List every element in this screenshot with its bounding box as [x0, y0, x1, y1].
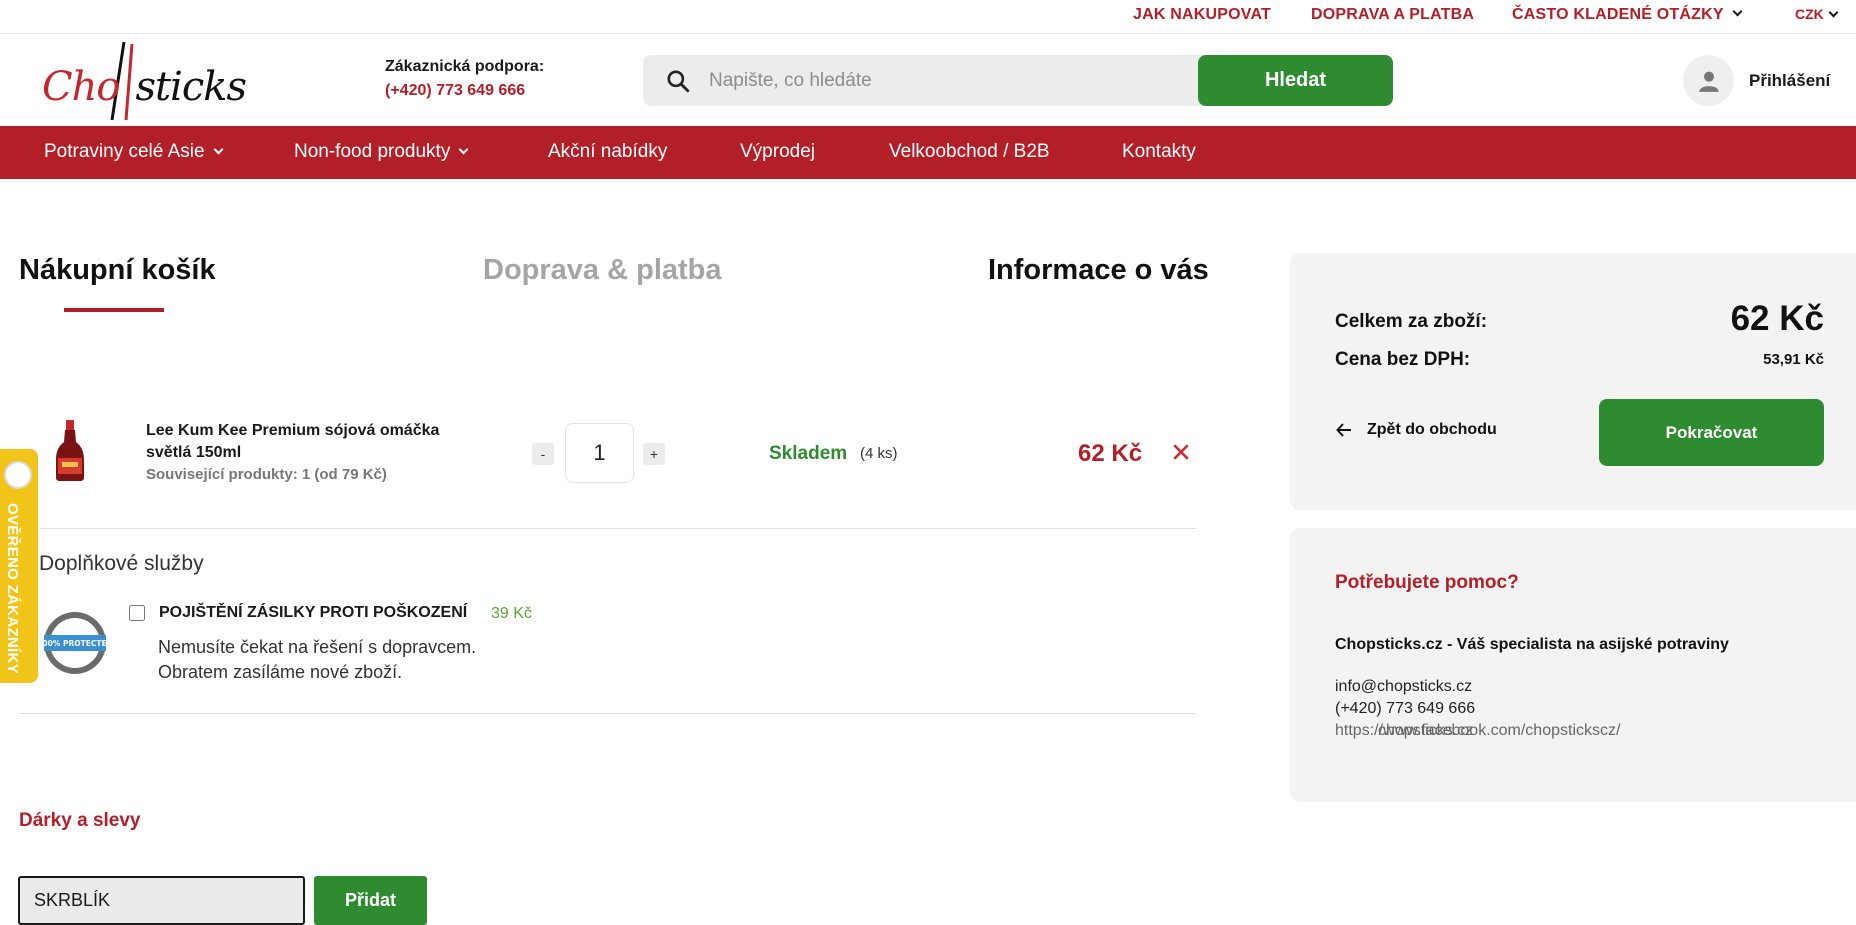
protected-badge-icon: 100% PROTECTED	[42, 612, 108, 674]
chevron-down-icon	[1732, 6, 1743, 17]
top-link-faq[interactable]: ČASTO KLADENÉ OTÁZKY	[1512, 6, 1743, 24]
logo-wordmark-part1: Cho	[42, 64, 120, 110]
item-price: 62 Kč	[1078, 440, 1143, 467]
customer-support: Zákaznická podpora: (+420) 773 649 666	[385, 58, 544, 100]
divider	[40, 528, 1196, 529]
quantity-increase-button[interactable]: +	[643, 443, 665, 465]
product-image[interactable]	[50, 418, 90, 482]
badge-text: 100% PROTECTED	[42, 639, 108, 648]
top-link-how-to-buy[interactable]: JAK NAKUPOVAT	[1133, 6, 1271, 24]
login-link[interactable]: Přihlášení	[1683, 55, 1830, 106]
user-avatar	[1683, 55, 1734, 106]
coupon-input[interactable]	[18, 876, 305, 925]
verified-seal-icon	[4, 461, 32, 489]
product-name[interactable]: Lee Kum Kee Premium sójová omáčka světlá…	[146, 420, 476, 464]
top-link-faq-label: ČASTO KLADENÉ OTÁZKY	[1512, 6, 1724, 23]
logo-wordmark-part2: sticks	[135, 64, 247, 110]
support-title: Zákaznická podpora:	[385, 58, 545, 75]
top-bar: JAK NAKUPOVAT DOPRAVA A PLATBA ČASTO KLA…	[0, 0, 1856, 34]
step-cart[interactable]: Nákupní košík	[19, 254, 216, 287]
support-phone[interactable]: (+420) 773 649 666	[385, 82, 544, 100]
user-icon	[1698, 71, 1719, 92]
logo-wordmark: Cho sticks	[42, 64, 247, 110]
net-price-value: 53,91 Kč	[1763, 351, 1824, 368]
insurance-title[interactable]: POJIŠTĚNÍ ZÁSILKY PROTI POŠKOZENÍ	[159, 604, 467, 622]
insurance-checkbox[interactable]	[129, 605, 145, 621]
nav-item-asian-food[interactable]: Potraviny celé Asie	[44, 141, 223, 163]
total-label: Celkem za zboží:	[1335, 311, 1488, 332]
net-price-label: Cena bez DPH:	[1335, 349, 1471, 370]
help-email[interactable]: info@chopsticks.cz	[1335, 678, 1472, 696]
order-summary: Celkem za zboží: 62 Kč Cena bez DPH: 53,…	[1290, 253, 1856, 510]
continue-button[interactable]: Pokračovat	[1599, 399, 1824, 466]
quantity-input[interactable]	[565, 423, 634, 483]
insurance-description-line2: Obratem zasíláme nové zboží.	[158, 662, 403, 682]
login-label: Přihlášení	[1749, 70, 1831, 90]
help-panel: Potřebujete pomoc? Chopsticks.cz - Váš s…	[1290, 528, 1856, 802]
extra-services-title: Doplňkové služby	[39, 552, 204, 575]
coupon-add-button[interactable]: Přidat	[314, 876, 427, 925]
search-bar: Hledat	[643, 55, 1393, 106]
insurance-description-line1: Nemusíte čekat na řešení s dopravcem.	[158, 637, 477, 657]
main-nav: Potraviny celé Asie Non-food produkty Ak…	[0, 126, 1856, 179]
chevron-down-icon	[458, 144, 469, 155]
step-shipping-payment[interactable]: Doprava & platba	[483, 254, 722, 287]
help-phone[interactable]: (+420) 773 649 666	[1335, 700, 1475, 718]
remove-item-icon[interactable]	[1170, 441, 1192, 463]
divider	[19, 713, 1196, 714]
stock-status: Skladem	[769, 443, 848, 464]
total-value: 62 Kč	[1730, 299, 1824, 338]
nav-item-contacts[interactable]: Kontakty	[1122, 141, 1196, 163]
step-customer-info[interactable]: Informace o vás	[988, 254, 1209, 287]
related-products-link[interactable]: Související produkty: 1 (od 79 Kč)	[146, 466, 387, 483]
search-icon	[667, 70, 690, 93]
insurance-description: Nemusíte čekat na řešení s dopravcem. Ob…	[158, 635, 476, 685]
nav-item-non-food[interactable]: Non-food produkty	[294, 141, 469, 163]
help-company: Chopsticks.cz - Váš specialista na asijs…	[1335, 636, 1729, 653]
verified-by-customers-badge[interactable]: OVĚŘENO ZÁKAZNÍKY	[0, 449, 38, 683]
back-to-shop-link[interactable]: Zpět do obchodu	[1335, 421, 1497, 439]
stock-count: (4 ks)	[860, 445, 898, 462]
search-button[interactable]: Hledat	[1198, 55, 1393, 106]
currency-label: CZK	[1795, 6, 1824, 22]
currency-selector[interactable]: CZK	[1795, 6, 1839, 22]
search-input[interactable]	[709, 55, 1189, 106]
site-logo[interactable]: Cho sticks	[40, 40, 247, 120]
arrow-left-icon	[1336, 423, 1351, 437]
help-web-overlay: chopsticks.cz	[1378, 722, 1474, 739]
nav-item-sale[interactable]: Výprodej	[740, 141, 815, 163]
nav-item-label: Non-food produkty	[294, 141, 451, 162]
nav-item-wholesale[interactable]: Velkoobchod / B2B	[889, 141, 1050, 163]
nav-item-label: Potraviny celé Asie	[44, 141, 205, 162]
quantity-decrease-button[interactable]: -	[532, 443, 554, 465]
top-link-shipping-payment[interactable]: DOPRAVA A PLATBA	[1311, 6, 1474, 24]
step-active-indicator	[64, 308, 164, 312]
help-title: Potřebujete pomoc?	[1335, 572, 1519, 593]
chevron-down-icon	[213, 144, 223, 155]
chevron-down-icon	[1828, 7, 1839, 18]
gifts-title: Dárky a slevy	[19, 810, 141, 831]
back-to-shop-label: Zpět do obchodu	[1367, 421, 1497, 438]
verified-label: OVĚŘENO ZÁKAZNÍKY	[4, 503, 21, 674]
nav-item-offers[interactable]: Akční nabídky	[548, 141, 667, 163]
insurance-price: 39 Kč	[491, 605, 532, 622]
